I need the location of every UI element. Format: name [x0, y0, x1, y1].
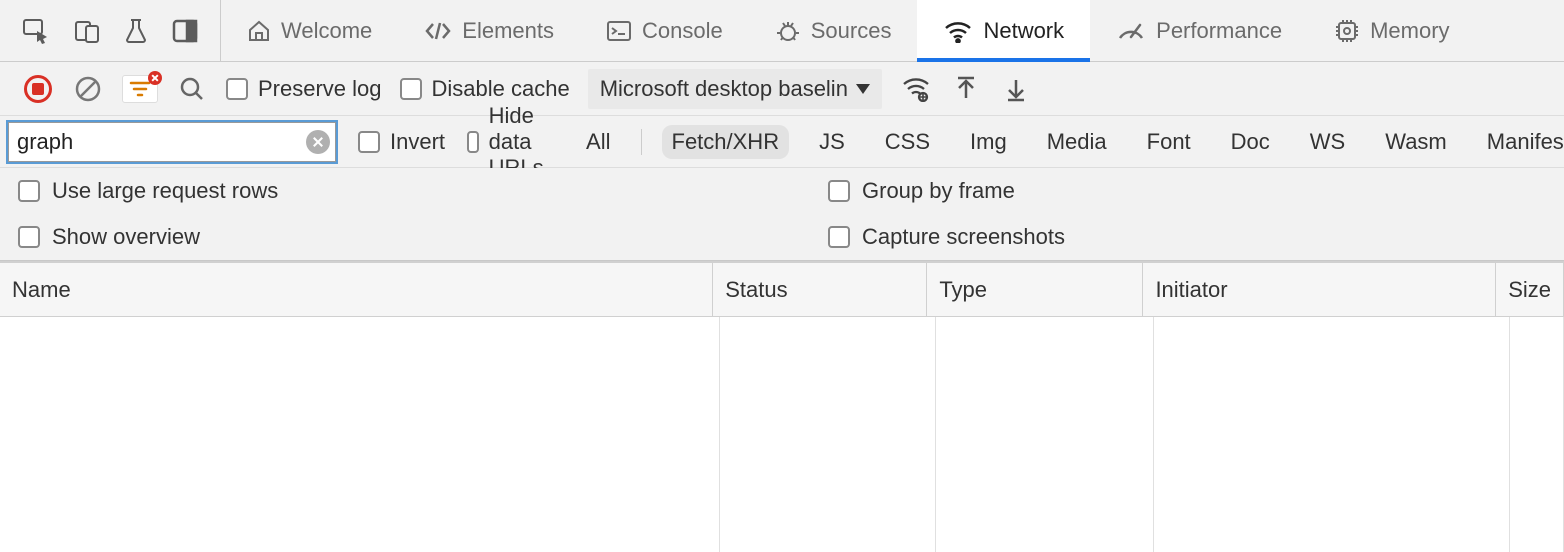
filter-fetch-xhr[interactable]: Fetch/XHR [662, 125, 790, 159]
network-toolbar: Preserve log Disable cache Microsoft des… [0, 62, 1564, 116]
tab-performance[interactable]: Performance [1090, 0, 1308, 61]
network-request-table: Name Status Type Initiator Size [0, 261, 1564, 552]
chevron-down-icon [856, 84, 870, 94]
tab-label: Performance [1156, 18, 1282, 44]
resource-type-filters: All Fetch/XHR JS CSS Img Media Font Doc … [576, 125, 1564, 159]
large-rows-checkbox[interactable]: Use large request rows [0, 168, 810, 214]
filter-font[interactable]: Font [1137, 125, 1201, 159]
column-header-name[interactable]: Name [0, 263, 713, 316]
filter-toggle-button[interactable] [122, 75, 158, 103]
record-button[interactable] [22, 73, 54, 105]
table-body-empty [0, 317, 1564, 552]
devtools-tabstrip: Welcome Elements Console Sources Network… [0, 0, 1564, 62]
performance-icon [1116, 20, 1146, 42]
clear-button[interactable] [72, 73, 104, 105]
tab-label: Memory [1370, 18, 1449, 44]
table-header: Name Status Type Initiator Size [0, 261, 1564, 317]
clear-filter-icon[interactable] [306, 130, 330, 154]
filter-media[interactable]: Media [1037, 125, 1117, 159]
network-filter-bar: Invert Hide data URLs All Fetch/XHR JS C… [0, 116, 1564, 168]
tab-welcome[interactable]: Welcome [221, 0, 398, 61]
disable-cache-checkbox[interactable]: Disable cache [400, 76, 570, 102]
filter-manifest[interactable]: Manifest [1477, 125, 1564, 159]
preserve-log-checkbox[interactable]: Preserve log [226, 76, 382, 102]
group-by-frame-checkbox[interactable]: Group by frame [810, 168, 1564, 214]
code-icon [424, 19, 452, 43]
filter-doc[interactable]: Doc [1221, 125, 1280, 159]
inspect-icon[interactable] [22, 18, 50, 44]
console-icon [606, 20, 632, 42]
tab-elements[interactable]: Elements [398, 0, 580, 61]
filter-ws[interactable]: WS [1300, 125, 1355, 159]
tab-label: Welcome [281, 18, 372, 44]
checkbox-label: Invert [390, 129, 445, 155]
separator [641, 129, 642, 155]
wifi-icon [943, 19, 973, 43]
invert-checkbox[interactable]: Invert [358, 129, 445, 155]
device-toggle-icon[interactable] [74, 18, 100, 44]
column-header-status[interactable]: Status [713, 263, 927, 316]
import-har-button[interactable] [1000, 73, 1032, 105]
filter-all[interactable]: All [576, 125, 620, 159]
tab-console[interactable]: Console [580, 0, 749, 61]
search-button[interactable] [176, 73, 208, 105]
filter-input[interactable] [8, 122, 336, 162]
checkbox-label: Capture screenshots [862, 224, 1065, 250]
tab-sources[interactable]: Sources [749, 0, 918, 61]
filter-js[interactable]: JS [809, 125, 855, 159]
column-header-type[interactable]: Type [927, 263, 1143, 316]
column-header-initiator[interactable]: Initiator [1143, 263, 1496, 316]
checkbox-label: Show overview [52, 224, 200, 250]
filter-css[interactable]: CSS [875, 125, 940, 159]
panels-tabs: Welcome Elements Console Sources Network… [221, 0, 1476, 61]
throttling-select[interactable]: Microsoft desktop baselin [588, 69, 882, 109]
export-har-button[interactable] [950, 73, 982, 105]
checkbox-label: Disable cache [432, 76, 570, 102]
home-icon [247, 19, 271, 43]
tab-label: Console [642, 18, 723, 44]
throttling-label: Microsoft desktop baselin [600, 76, 848, 102]
checkbox-label: Use large request rows [52, 178, 278, 204]
dock-icon[interactable] [172, 19, 198, 43]
tab-memory[interactable]: Memory [1308, 0, 1475, 61]
column-header-size[interactable]: Size [1496, 263, 1564, 316]
tab-label: Sources [811, 18, 892, 44]
bug-icon [775, 18, 801, 44]
tab-label: Elements [462, 18, 554, 44]
network-options: Use large request rows Group by frame Sh… [0, 168, 1564, 261]
filter-wasm[interactable]: Wasm [1375, 125, 1457, 159]
show-overview-checkbox[interactable]: Show overview [0, 214, 810, 260]
filter-active-badge-icon [148, 71, 162, 85]
capture-screenshots-checkbox[interactable]: Capture screenshots [810, 214, 1564, 260]
checkbox-label: Preserve log [258, 76, 382, 102]
chip-icon [1334, 18, 1360, 44]
checkbox-label: Group by frame [862, 178, 1015, 204]
tab-network[interactable]: Network [917, 0, 1090, 61]
tab-label: Network [983, 18, 1064, 44]
network-conditions-button[interactable] [900, 73, 932, 105]
flask-icon[interactable] [124, 18, 148, 44]
filter-img[interactable]: Img [960, 125, 1017, 159]
left-tool-icons [0, 0, 221, 61]
